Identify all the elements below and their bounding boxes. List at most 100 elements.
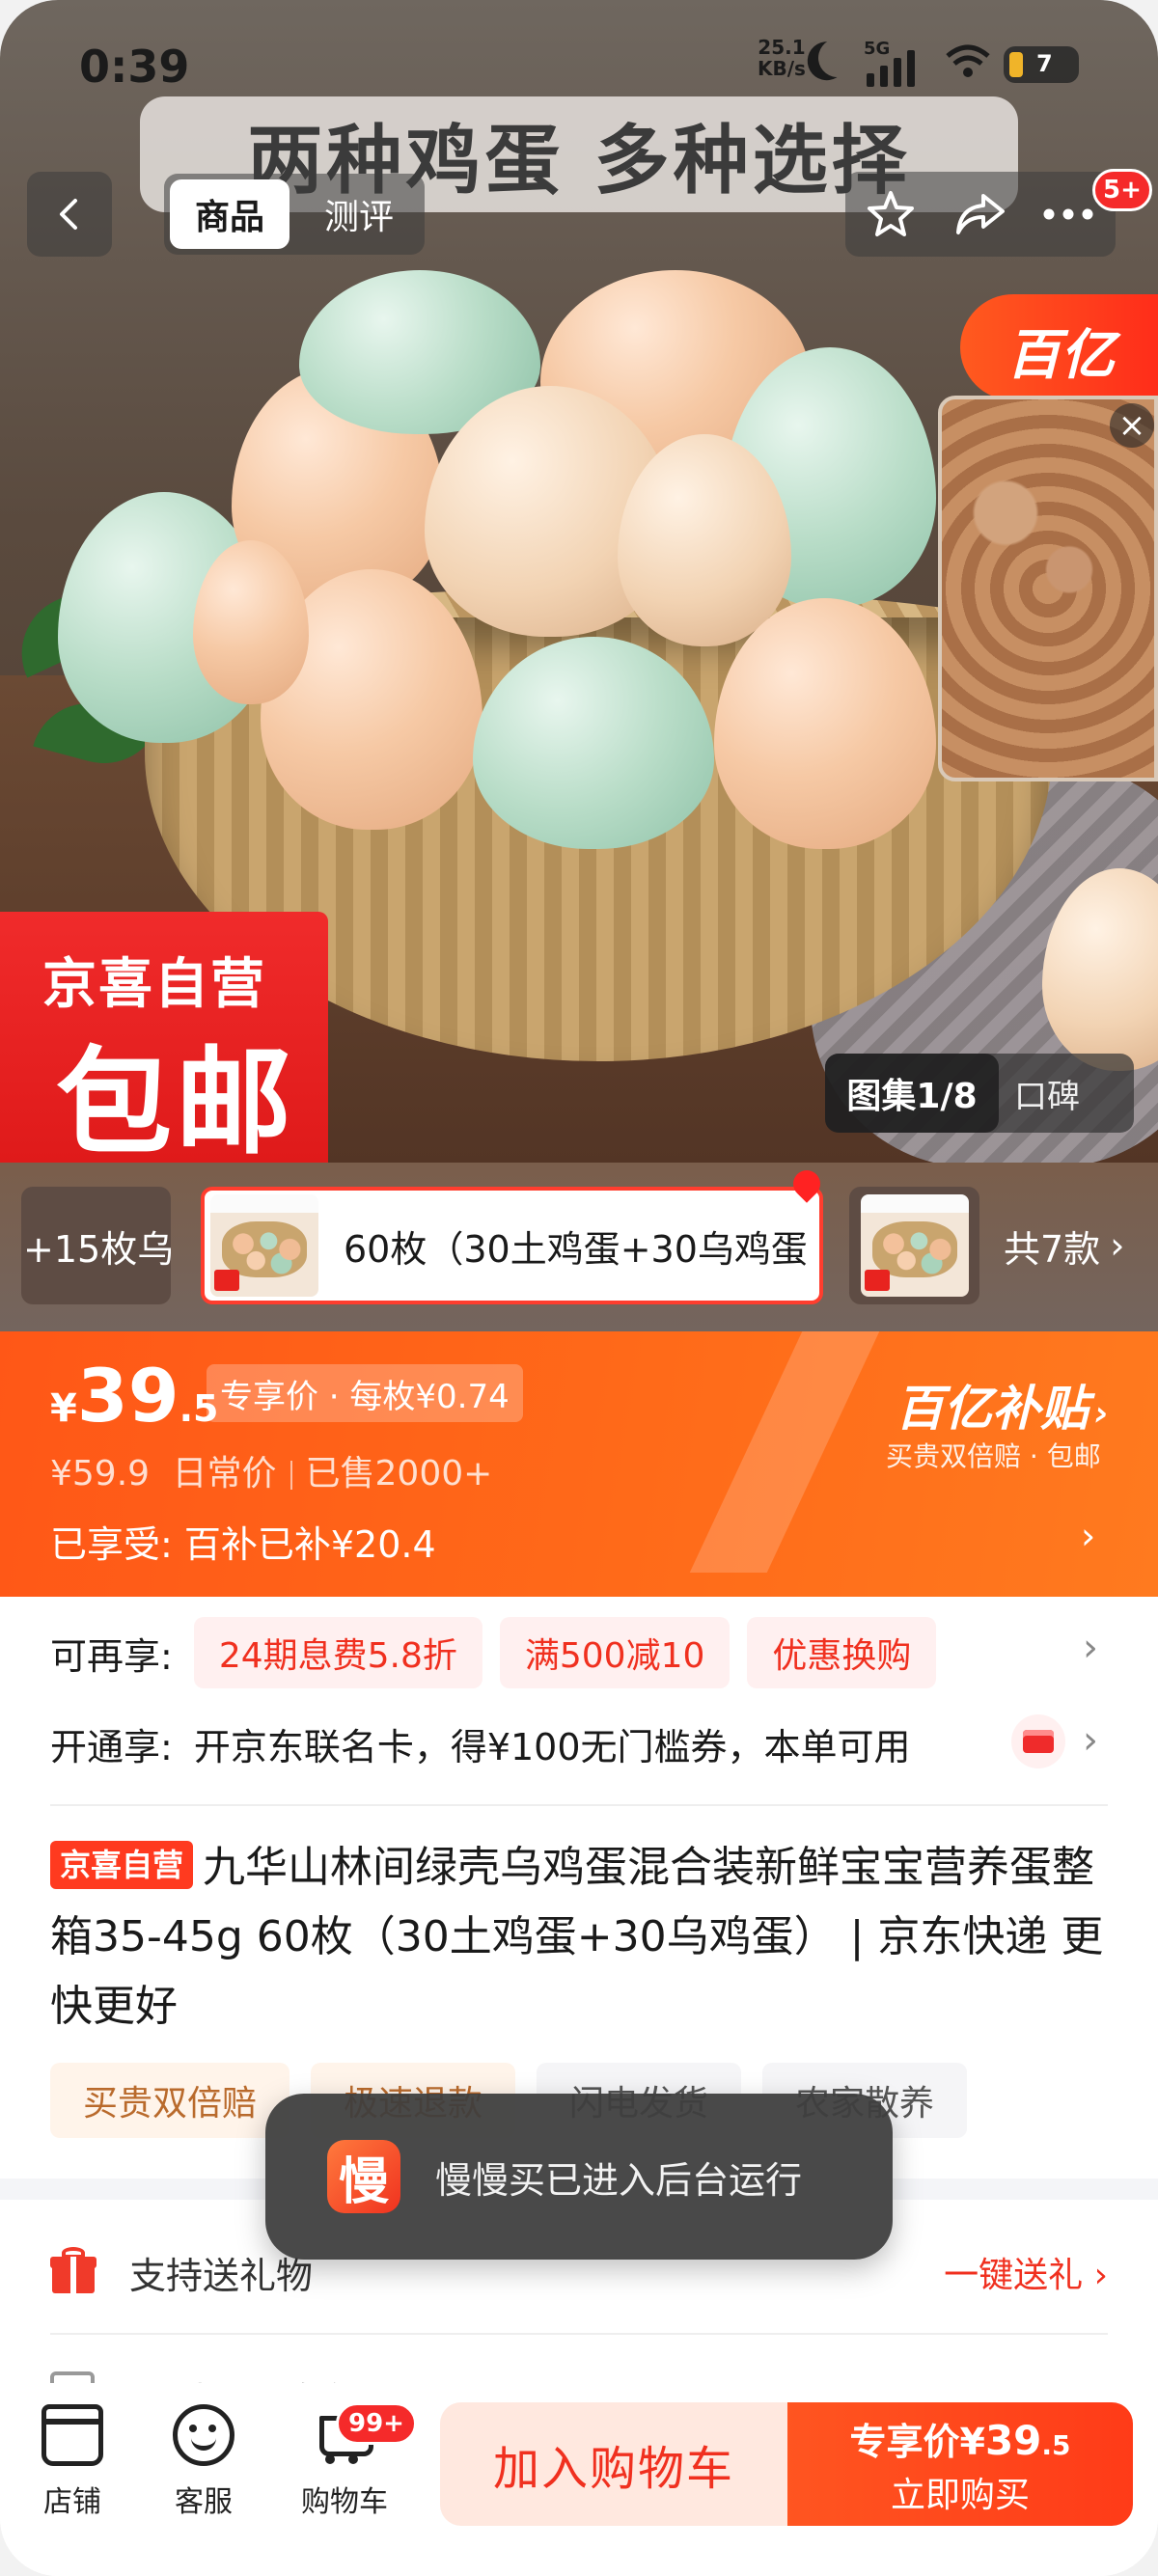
current-price: ¥39.5 — [50, 1353, 219, 1439]
speed-value: 25.1 — [758, 36, 806, 59]
variant-thumbnail — [860, 1194, 969, 1297]
variant-count-link[interactable]: 共7款 › — [1004, 1187, 1124, 1304]
page-tabs: 商品 测评 — [164, 174, 425, 255]
variant-option[interactable] — [849, 1187, 979, 1304]
chevron-right-icon: › — [1094, 1394, 1109, 1434]
fade-overlay — [926, 1705, 994, 1782]
buy-price-decimal: .5 — [1041, 2428, 1071, 2461]
offer-chip-installment[interactable]: 24期息费5.8折 — [193, 1617, 482, 1688]
message-badge: 5+ — [1092, 169, 1152, 211]
store-button[interactable]: 店铺 — [10, 2404, 135, 2539]
battery-level: 7 — [1036, 50, 1053, 77]
subsidy-brand[interactable]: 百亿补贴 › — [896, 1370, 1109, 1439]
share-button[interactable] — [936, 172, 1023, 257]
buy-now-label: 立即购买 — [890, 2475, 1030, 2515]
tab-product[interactable]: 商品 — [170, 179, 290, 249]
buy-price-integer: 39 — [984, 2416, 1042, 2464]
subsidy-applied: 已享受: 百补已补¥20.4 — [50, 1523, 436, 1566]
network-speed: 25.1 KB/s — [758, 37, 806, 79]
product-title-text: 九华山林间绿壳乌鸡蛋混合装新鲜宝宝营养蛋整箱35-45g 60枚（30土鸡蛋+3… — [50, 1843, 1104, 2031]
credit-card-icon — [1011, 1714, 1065, 1768]
send-gift-link[interactable]: 一键送礼 › — [944, 2247, 1108, 2297]
store-label: 店铺 — [43, 2485, 101, 2519]
card-offer-text: 开京东联名卡，得¥100无门槛券，本单可用 — [193, 1725, 911, 1768]
star-icon — [868, 191, 914, 236]
divider — [50, 2333, 1108, 2335]
close-video-button[interactable]: × — [1110, 403, 1154, 448]
buy-now-button[interactable]: 专享价¥39.5 立即购买 — [787, 2402, 1133, 2526]
variant-option-selected[interactable]: 60枚（30土鸡蛋+30乌鸡蛋 — [201, 1187, 823, 1304]
variant-selector: +15枚乌 60枚（30土鸡蛋+30乌鸡蛋 共7款 › — [0, 1163, 1158, 1331]
promo-sticker: 京喜自营 包邮 — [0, 912, 328, 1170]
favorite-button[interactable] — [847, 172, 934, 257]
sold-count: 已售2000+ — [305, 1454, 493, 1494]
signal-icon — [880, 66, 888, 87]
chevron-right-icon: › — [1093, 2256, 1108, 2295]
promo-line-2: 包邮 — [56, 1036, 295, 1170]
store-icon — [41, 2404, 103, 2466]
status-time: 0:39 — [79, 41, 190, 93]
speed-unit: KB/s — [758, 57, 806, 80]
gift-icon — [50, 2247, 96, 2293]
subsidy-note: 买贵双倍赔 · 包邮 — [886, 1440, 1101, 1472]
do-not-disturb-icon — [814, 35, 862, 82]
buy-currency: ¥ — [959, 2420, 985, 2463]
subsidy-brand-label: 百亿补贴 — [896, 1381, 1089, 1437]
network-type: 5G — [864, 39, 891, 59]
daily-price-label: 日常价 — [172, 1454, 277, 1494]
cart-label: 购物车 — [301, 2485, 388, 2519]
gallery-tab[interactable]: 图集1/8 — [825, 1054, 999, 1133]
buy-price-label: 专享价 — [849, 2420, 960, 2463]
product-title: 京喜自营 九华山林间绿壳乌鸡蛋混合装新鲜宝宝营养蛋整箱35-45g 60枚（30土… — [50, 1833, 1112, 2042]
chevron-right-icon: › — [1110, 1224, 1125, 1267]
tab-review[interactable]: 测评 — [299, 179, 419, 249]
offers-section: 可再享: 24期息费5.8折 满500减10 优惠换购 › 开通享: 开京东联名… — [0, 1597, 1158, 1795]
offers-label: 可再享: — [50, 1634, 173, 1678]
battery-icon: 7 — [1004, 46, 1079, 83]
status-bar: 0:39 25.1 KB/s 5G 7 — [0, 29, 1158, 106]
offers-row[interactable]: 可再享: 24期息费5.8折 满500减10 优惠换购 — [50, 1614, 953, 1691]
original-price-row: ¥59.9 日常价 已售2000+ — [50, 1445, 492, 1495]
chevron-left-icon — [60, 199, 77, 230]
subsidy-corner-badge[interactable]: 百亿 — [960, 294, 1158, 400]
card-offer-label: 开通享: — [50, 1725, 173, 1768]
nav-actions — [845, 172, 1116, 257]
exclusive-price-tag: 专享价 · 每枚¥0.74 — [207, 1364, 523, 1422]
variant-count: 共7款 — [1004, 1227, 1101, 1271]
more-icon — [1043, 208, 1093, 220]
back-button[interactable] — [27, 172, 112, 257]
signal-icon — [894, 58, 901, 87]
variant-option[interactable]: +15枚乌 — [21, 1187, 171, 1304]
floating-video-window[interactable] — [938, 396, 1158, 781]
close-icon: × — [1117, 406, 1146, 445]
chevron-right-icon: › — [1083, 1718, 1098, 1763]
reviews-tab[interactable]: 口碑 — [1014, 1054, 1080, 1133]
card-offer-row[interactable]: 开通享: 开京东联名卡，得¥100无门槛券，本单可用 — [50, 1705, 948, 1782]
offer-chip-discount[interactable]: 满500减10 — [499, 1617, 731, 1688]
tag-price-guarantee[interactable]: 买贵双倍赔 — [50, 2063, 290, 2138]
background-running-toast: 慢 慢慢买已进入后台运行 — [265, 2094, 893, 2260]
service-label: 客服 — [175, 2485, 233, 2519]
chevron-right-icon: › — [1083, 1626, 1098, 1670]
toast-message: 慢慢买已进入后台运行 — [435, 2158, 803, 2202]
signal-icon — [867, 73, 874, 87]
customer-service-button[interactable]: 客服 — [141, 2404, 266, 2539]
price-integer: 39 — [76, 1353, 179, 1439]
variant-label: 60枚（30土鸡蛋+30乌鸡蛋 — [344, 1227, 808, 1271]
variant-thumbnail — [210, 1194, 318, 1297]
app-logo-icon: 慢 — [327, 2140, 400, 2213]
variant-label: +15枚乌 — [23, 1227, 171, 1271]
original-price: ¥59.9 — [50, 1454, 151, 1494]
price-currency: ¥ — [50, 1386, 77, 1431]
promo-line-1: 京喜自营 — [42, 953, 266, 1016]
offer-chip-exchange[interactable]: 优惠换购 — [747, 1617, 937, 1688]
cart-count-badge: 99+ — [336, 2402, 417, 2445]
add-to-cart-button[interactable]: 加入购物车 — [440, 2402, 787, 2526]
divider — [50, 1804, 1108, 1806]
self-operated-badge: 京喜自营 — [50, 1841, 194, 1889]
signal-icon — [907, 50, 915, 87]
price-banner[interactable]: ¥39.5 专享价 · 每枚¥0.74 ¥59.9 日常价 已售2000+ 已享受… — [0, 1331, 1158, 1597]
smiley-icon — [173, 2404, 234, 2466]
share-icon — [956, 194, 1005, 234]
gallery-switcher: 图集1/8 口碑 — [825, 1054, 1134, 1133]
